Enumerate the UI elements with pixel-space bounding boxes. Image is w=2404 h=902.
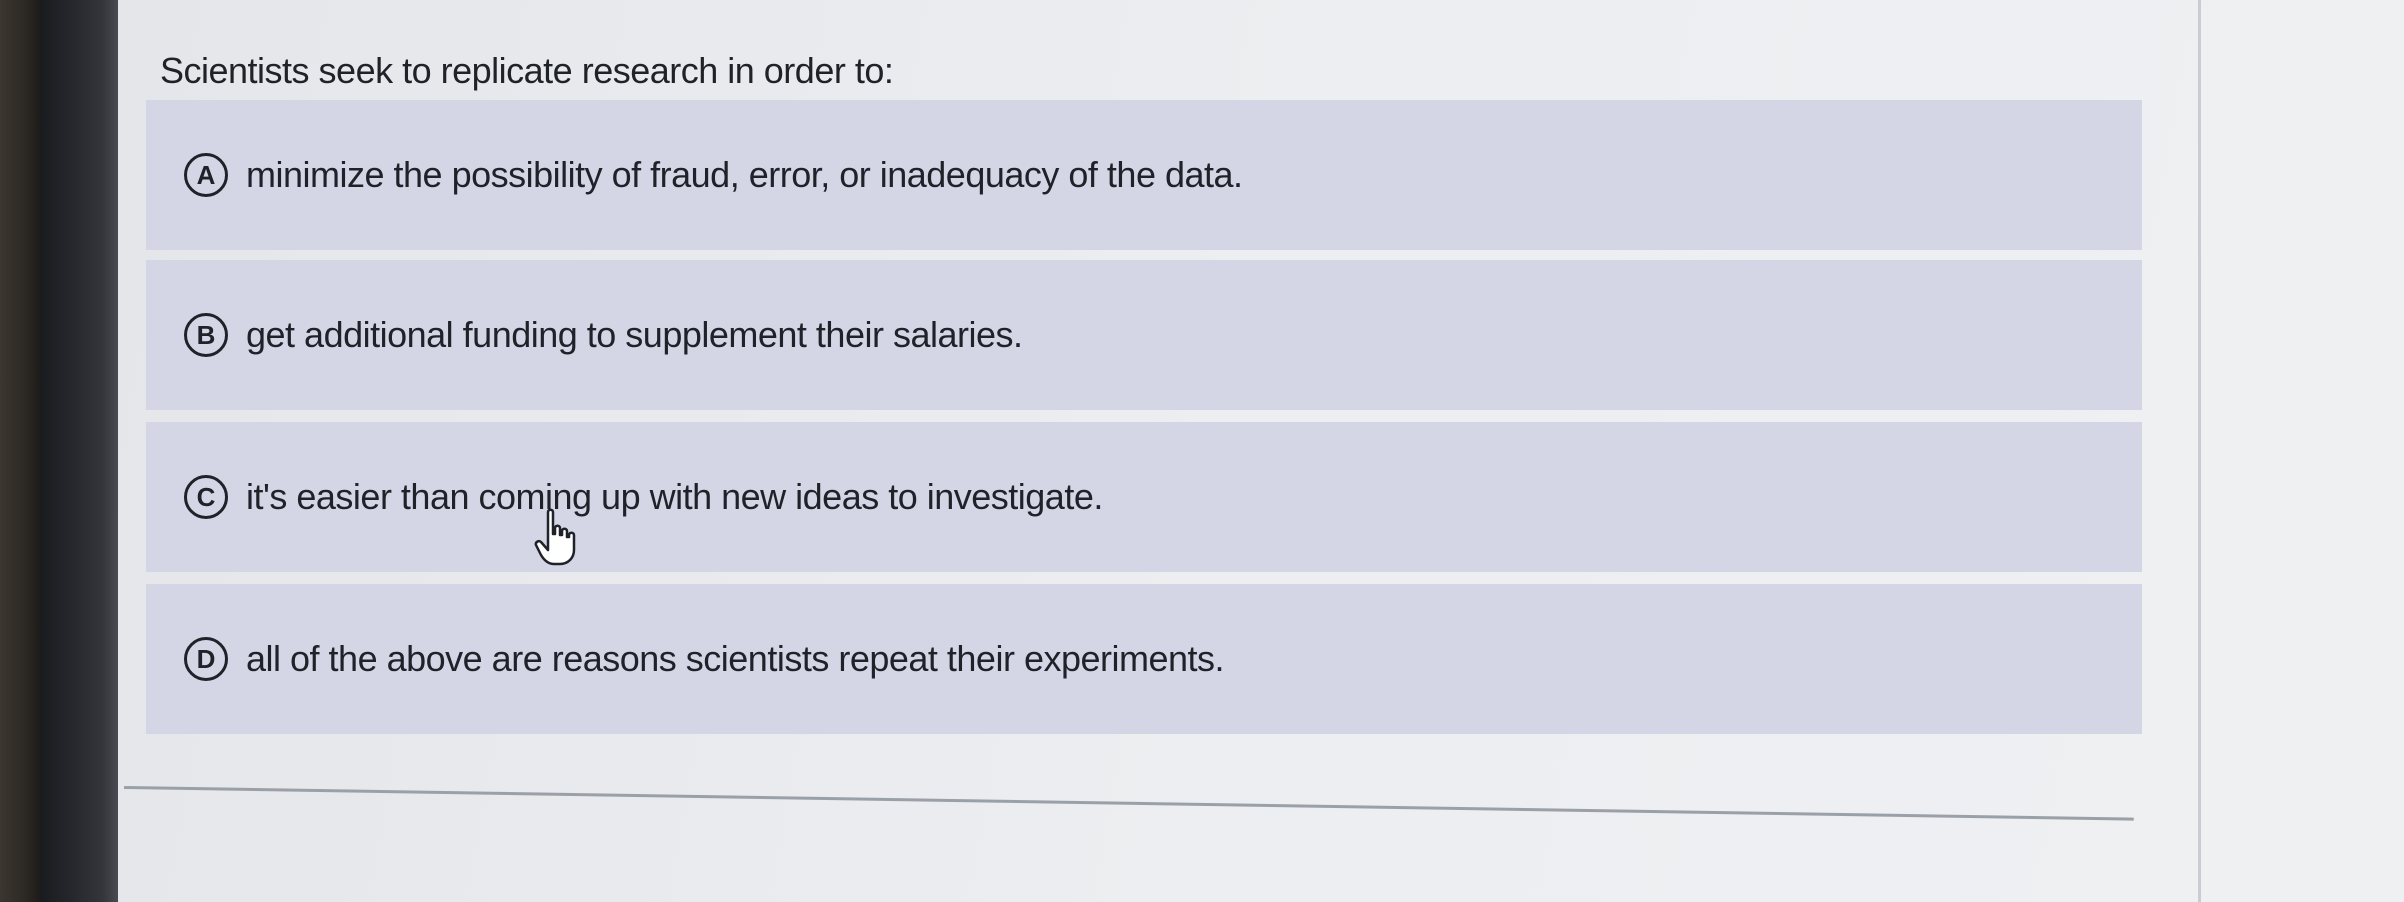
option-text-a: minimize the possibility of fraud, error… [246, 154, 1243, 195]
monitor-bezel-edge [40, 0, 118, 902]
option-letter-b: B [184, 313, 228, 357]
option-letter-d: D [184, 637, 228, 681]
screen: Scientists seek to replicate research in… [118, 0, 2404, 902]
section-divider [123, 786, 2134, 821]
monitor-bezel [0, 0, 40, 902]
option-letter-a: A [184, 153, 228, 197]
option-letter-c: C [184, 475, 228, 519]
answer-option-c[interactable]: C it's easier than coming up with new id… [146, 422, 2142, 572]
question-prompt: Scientists seek to replicate research in… [160, 50, 894, 91]
hand-pointer-icon [534, 508, 578, 566]
answer-option-b[interactable]: B get additional funding to supplement t… [146, 260, 2142, 410]
option-text-d: all of the above are reasons scientists … [246, 638, 1225, 679]
quiz-page: Scientists seek to replicate research in… [118, 0, 2198, 902]
option-text-b: get additional funding to supplement the… [246, 314, 1023, 355]
page-edge [2198, 0, 2201, 902]
answer-option-d[interactable]: D all of the above are reasons scientist… [146, 584, 2142, 734]
option-text-c: it's easier than coming up with new idea… [246, 476, 1103, 517]
answer-option-a[interactable]: A minimize the possibility of fraud, err… [146, 100, 2142, 250]
